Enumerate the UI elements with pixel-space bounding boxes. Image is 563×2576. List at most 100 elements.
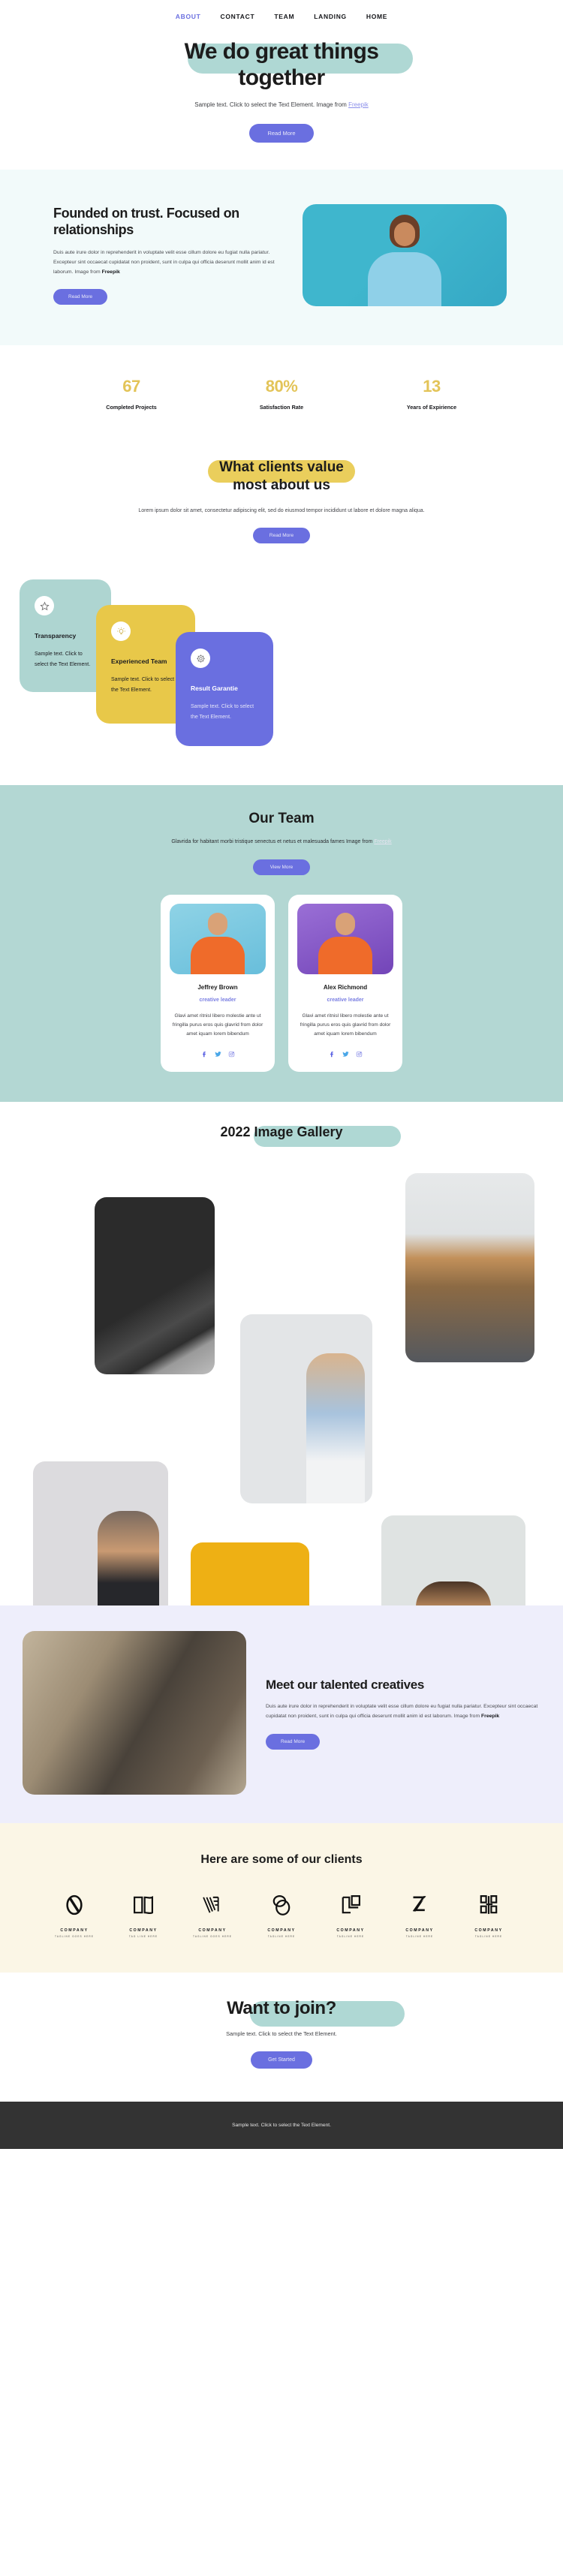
- join-title: Want to join?: [227, 1998, 336, 2019]
- gallery-image-meeting-room[interactable]: [405, 1173, 534, 1363]
- footer-text: Sample text. Click to select the Text El…: [232, 2122, 331, 2128]
- landing-page: ABOUT CONTACT TEAM LANDING HOME We do gr…: [0, 0, 563, 2149]
- client-logo-name: COMPANY: [474, 1928, 503, 1934]
- value-card-text: Sample text. Click to select the Text El…: [191, 704, 254, 720]
- client-logo-square-corner[interactable]: COMPANY TAGLINE HERE: [325, 1892, 376, 1938]
- twitter-icon[interactable]: [342, 1048, 349, 1061]
- hero-title: We do great things together: [41, 39, 522, 91]
- client-logo-ring-o[interactable]: COMPANY TAGLINE GOES HERE: [49, 1892, 100, 1938]
- nav-item-team[interactable]: TEAM: [274, 13, 294, 20]
- stat-label: Completed Projects: [106, 403, 157, 411]
- team-member-role: creative leader: [327, 997, 364, 1003]
- stats-section: 67 Completed Projects 80% Satisfaction R…: [0, 345, 563, 441]
- creatives-body-bold: Freepik: [481, 1714, 500, 1720]
- value-card-text: Sample text. Click to select the Text El…: [35, 652, 91, 667]
- founded-read-more-button[interactable]: Read More: [53, 289, 108, 305]
- team-freepik-link[interactable]: Freepik: [374, 839, 391, 844]
- client-logo-tagline: TAGLINE GOES HERE: [193, 1935, 232, 1939]
- client-logo-tagline: TAGLINE GOES HERE: [55, 1935, 94, 1939]
- team-member-card[interactable]: Jeffrey Brown creative leader Glavi amet…: [161, 894, 275, 1073]
- team-member-desc: Glavi amet ritnisl libero molestie ante …: [172, 1013, 263, 1037]
- instagram-icon[interactable]: [228, 1048, 235, 1061]
- facebook-icon[interactable]: [329, 1048, 336, 1061]
- client-logo-name: COMPANY: [267, 1928, 296, 1934]
- clients-title: Here are some of our clients: [200, 1853, 363, 1867]
- stat-label: Satisfaction Rate: [259, 403, 304, 411]
- team-member-name: Jeffrey Brown: [197, 983, 238, 991]
- nav-item-landing[interactable]: LANDING: [314, 13, 347, 20]
- star-icon: [35, 596, 54, 616]
- team-member-socials: [297, 1048, 393, 1061]
- values-read-more-button[interactable]: Read More: [253, 528, 310, 544]
- client-logo-name: COMPANY: [60, 1928, 89, 1934]
- team-member-photo: [297, 903, 393, 974]
- gallery-title: 2022 Image Gallery: [220, 1124, 343, 1140]
- hero-freepik-link[interactable]: Freepik: [348, 101, 369, 108]
- stat-item: 80% Satisfaction Rate: [206, 377, 357, 411]
- client-logo-slash-bars[interactable]: COMPANY TAGLINE HERE: [394, 1892, 445, 1938]
- instagram-icon[interactable]: [356, 1048, 363, 1061]
- client-logos: COMPANY TAGLINE GOES HERE COMPANY TAG LI…: [0, 1892, 563, 1938]
- nav-item-home[interactable]: HOME: [366, 13, 387, 20]
- client-logo-block-b[interactable]: COMPANY TAGLINE HERE: [463, 1892, 514, 1938]
- client-logo-open-book[interactable]: COMPANY TAG LINE HERE: [118, 1892, 169, 1938]
- hero-title-line1: We do great things: [184, 39, 379, 64]
- gallery-board: [0, 1155, 563, 1708]
- stat-value: 13: [423, 376, 441, 396]
- image-gallery-section: 2022 Image Gallery: [0, 1102, 563, 1708]
- client-logo-name: COMPANY: [198, 1928, 227, 1934]
- client-logo-name: COMPANY: [336, 1928, 365, 1934]
- client-logo-v-stripes[interactable]: COMPANY TAGLINE GOES HERE: [187, 1892, 238, 1938]
- values-title: What clients value most about us: [41, 459, 522, 495]
- team-subtitle: Glavrida for habitant morbi tristique se…: [41, 837, 522, 847]
- client-logo-name: COMPANY: [129, 1928, 158, 1934]
- founded-image: [303, 203, 507, 306]
- facebook-icon[interactable]: [201, 1048, 208, 1061]
- team-cards: Jeffrey Brown creative leader Glavi amet…: [0, 894, 563, 1073]
- team-title: Our Team: [248, 811, 315, 827]
- client-logo-tagline: TAGLINE HERE: [474, 1935, 503, 1939]
- value-card-title: Transparency: [35, 632, 77, 640]
- twitter-icon[interactable]: [214, 1048, 221, 1061]
- hero-title-line2: together: [238, 65, 325, 90]
- values-subtitle: Lorem ipsum dolor sit amet, consectetur …: [138, 507, 425, 513]
- client-logo-tagline: TAG LINE HERE: [128, 1935, 158, 1939]
- creatives-body: Duis aute irure dolor in reprehenderit i…: [266, 1702, 540, 1722]
- value-card-result-garantie[interactable]: Result Garantie Sample text. Click to se…: [176, 632, 273, 747]
- founded-body-text: Duis aute irure dolor in reprehenderit i…: [53, 249, 275, 275]
- page-footer: Sample text. Click to select the Text El…: [0, 2101, 563, 2149]
- client-logo-tagline: TAGLINE HERE: [336, 1935, 365, 1939]
- join-cta-section: Want to join? Sample text. Click to sele…: [0, 1973, 563, 2102]
- client-logo-tagline: TAGLINE HERE: [267, 1935, 296, 1939]
- creatives-title: Meet our talented creatives: [266, 1677, 425, 1692]
- client-logo-name: COMPANY: [405, 1928, 434, 1934]
- gallery-image-woman-blue-shirt[interactable]: [240, 1314, 372, 1504]
- stat-item: 67 Completed Projects: [56, 377, 206, 411]
- nav-item-about[interactable]: ABOUT: [176, 13, 201, 20]
- client-logo-tagline: TAGLINE HERE: [405, 1935, 434, 1939]
- clients-section: Here are some of our clients COMPANY TAG…: [0, 1823, 563, 1973]
- founded-on-trust-section: Founded on trust. Focused on relationshi…: [0, 169, 563, 345]
- stat-item: 13 Years of Expirience: [357, 377, 507, 411]
- creatives-read-more-button[interactable]: Read More: [266, 1733, 321, 1750]
- founded-title: Founded on trust. Focused on relationshi…: [53, 205, 239, 238]
- team-member-card[interactable]: Alex Richmond creative leader Glavi amet…: [288, 894, 402, 1073]
- founded-body: Duis aute irure dolor in reprehenderit i…: [53, 248, 282, 278]
- value-card-title: Experienced Team: [111, 658, 167, 666]
- founded-body-bold: Freepik: [101, 269, 120, 275]
- hero-subtitle-text: Sample text. Click to select the Text El…: [194, 101, 349, 108]
- stat-value: 67: [122, 376, 140, 396]
- lightbulb-icon: [111, 621, 131, 642]
- value-card-text: Sample text. Click to select the Text El…: [111, 677, 175, 693]
- team-view-more-button[interactable]: View More: [253, 859, 310, 875]
- our-team-section: Our Team Glavrida for habitant morbi tri…: [0, 785, 563, 1103]
- client-logo-double-circle[interactable]: COMPANY TAGLINE HERE: [256, 1892, 307, 1938]
- stat-value: 80%: [265, 376, 298, 396]
- gallery-image-dark-wall[interactable]: [95, 1197, 215, 1375]
- values-title-line1: What clients value: [219, 459, 344, 475]
- hero-read-more-button[interactable]: Read More: [249, 123, 314, 143]
- gear-icon: [191, 649, 210, 669]
- get-started-button[interactable]: Get Started: [251, 2051, 312, 2069]
- team-subtitle-text: Glavrida for habitant morbi tristique se…: [171, 839, 375, 845]
- nav-item-contact[interactable]: CONTACT: [221, 13, 255, 20]
